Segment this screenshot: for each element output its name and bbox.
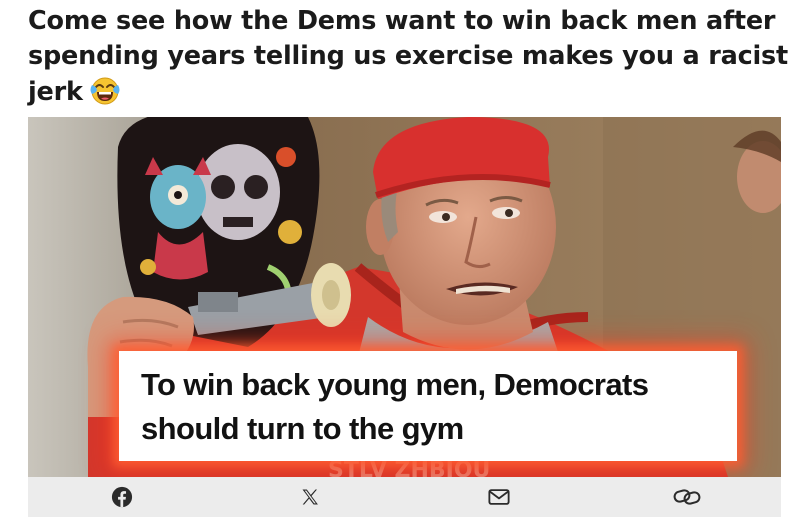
- facebook-icon: [112, 486, 133, 508]
- face-with-tears-of-joy-icon: [90, 77, 120, 105]
- share-link-button[interactable]: [593, 477, 781, 517]
- share-email-button[interactable]: [405, 477, 593, 517]
- x-icon: [302, 489, 319, 505]
- link-icon: [673, 489, 701, 505]
- meme-image: STLV ZHBIOU To win back young men, Democ…: [28, 117, 781, 477]
- share-facebook-button[interactable]: [28, 477, 216, 517]
- share-x-button[interactable]: [216, 477, 404, 517]
- email-icon: [488, 489, 510, 505]
- share-bar: [28, 477, 781, 517]
- headline-text: To win back young men, Democrats should …: [141, 367, 649, 446]
- post-title-text: Come see how the Dems want to win back m…: [28, 6, 789, 107]
- post-title: Come see how the Dems want to win back m…: [28, 4, 788, 110]
- headline-card: To win back young men, Democrats should …: [119, 351, 737, 461]
